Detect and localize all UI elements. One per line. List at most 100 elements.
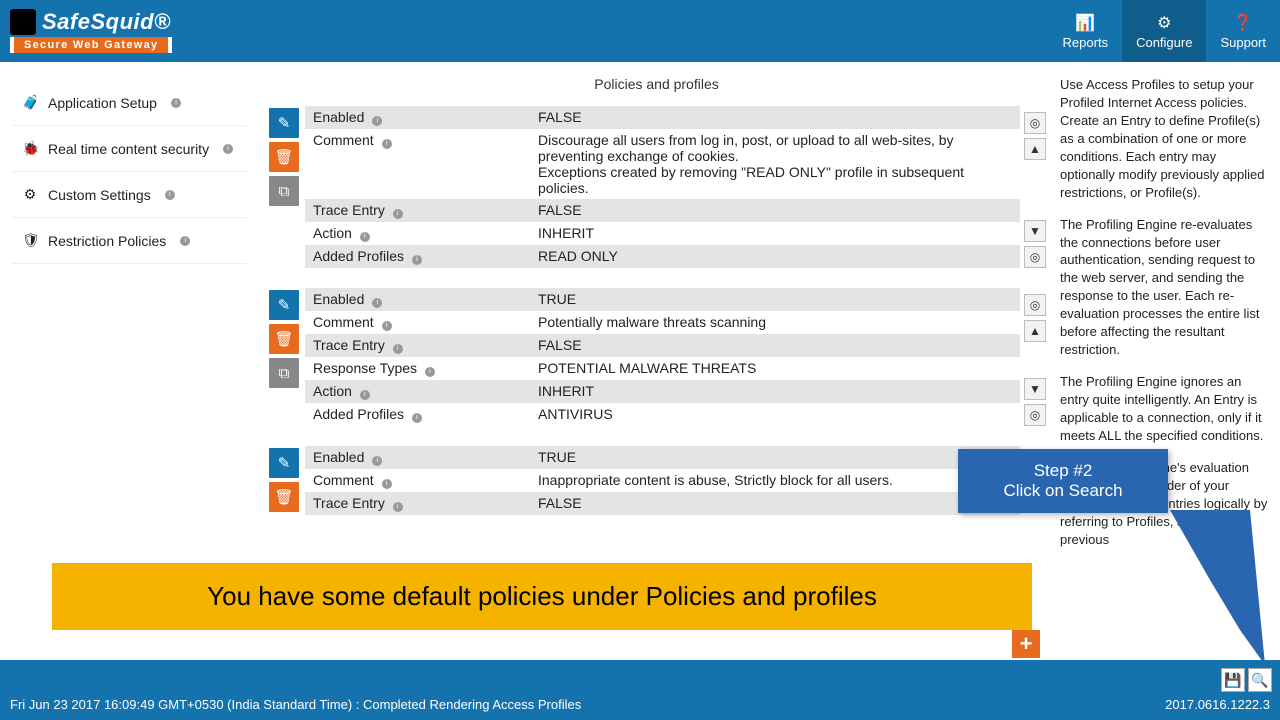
help-paragraph: The Profiling Engine ignores an entry qu… <box>1060 373 1270 445</box>
policy-entry: ✎ 🗑 ⧉ Enabled i TRUE Comment i Potentially… <box>263 288 1050 426</box>
entry-nav: ◎ ▲ ▼ ◎ <box>1020 288 1050 426</box>
info-icon: i <box>412 255 422 265</box>
field-value: READ ONLY <box>530 245 1020 268</box>
field-value: INHERIT <box>530 222 1020 245</box>
nav-label: Configure <box>1136 35 1192 50</box>
field-value: Potentially malware threats scanning <box>530 311 1020 334</box>
move-up-button[interactable]: ▲ <box>1024 320 1046 342</box>
field-value: FALSE <box>530 334 1020 357</box>
target-button[interactable]: ◎ <box>1024 404 1046 426</box>
brand-block: SafeSquid® Secure Web Gateway <box>10 9 172 53</box>
copy-button[interactable]: ⧉ <box>269 358 299 388</box>
shield-icon: 🛡 <box>22 232 38 249</box>
info-icon: i <box>180 236 190 246</box>
top-nav: 📊 Reports ⚙ Configure ❓ Support <box>1049 0 1280 62</box>
move-down-button[interactable]: ▼ <box>1024 220 1046 242</box>
field-label: Comment <box>313 314 374 330</box>
copy-button[interactable]: ⧉ <box>269 176 299 206</box>
field-label: Enabled <box>313 291 364 307</box>
entry-actions: ✎ 🗑 <box>263 446 305 515</box>
edit-button[interactable]: ✎ <box>269 448 299 478</box>
field-value: POTENTIAL MALWARE THREATS <box>530 357 1020 380</box>
field-label: Comment <box>313 132 374 148</box>
callout-title: Step #2 <box>968 461 1158 481</box>
info-icon: i <box>223 144 233 154</box>
field-value: INHERIT <box>530 380 1020 403</box>
entry-grid: Enabled iFALSE Comment iDiscourage all u… <box>305 106 1020 268</box>
brand-name: SafeSquid® <box>42 9 171 35</box>
brand-icon <box>10 9 36 35</box>
sidebar-item-custom-settings[interactable]: ⚙ Custom Settings i <box>12 172 247 218</box>
info-icon: i <box>393 209 403 219</box>
info-icon: i <box>171 98 181 108</box>
delete-button[interactable]: 🗑 <box>269 482 299 512</box>
version-text: 2017.0616.1222.3 <box>1165 697 1270 712</box>
callout-text: Click on Search <box>968 481 1158 501</box>
target-button[interactable]: ◎ <box>1024 294 1046 316</box>
step-callout: Step #2 Click on Search <box>958 449 1168 513</box>
field-value: ANTIVIRUS <box>530 403 1020 426</box>
field-label: Trace Entry <box>313 495 385 511</box>
nav-configure[interactable]: ⚙ Configure <box>1122 0 1206 62</box>
info-icon: i <box>425 367 435 377</box>
info-icon: i <box>393 344 403 354</box>
target-button[interactable]: ◎ <box>1024 246 1046 268</box>
info-icon: i <box>372 456 382 466</box>
info-icon: i <box>360 232 370 242</box>
field-label: Action <box>313 383 352 399</box>
nav-support[interactable]: ❓ Support <box>1206 0 1280 62</box>
move-up-button[interactable]: ▲ <box>1024 138 1046 160</box>
info-icon: i <box>360 390 370 400</box>
sidebar-item-label: Real time content security <box>48 141 209 157</box>
search-button[interactable]: 🔍 <box>1248 668 1272 692</box>
nav-reports[interactable]: 📊 Reports <box>1049 0 1123 62</box>
delete-button[interactable]: 🗑 <box>269 142 299 172</box>
entry-nav: ◎ ▲ ▼ ◎ <box>1020 106 1050 268</box>
sidebar-item-realtime-security[interactable]: 🐞 Real time content security i <box>12 126 247 172</box>
move-down-button[interactable]: ▼ <box>1024 378 1046 400</box>
add-entry-button[interactable]: + <box>1012 630 1040 658</box>
entry-actions: ✎ 🗑 ⧉ <box>263 288 305 426</box>
info-icon: i <box>372 116 382 126</box>
help-paragraph: Use Access Profiles to setup your Profil… <box>1060 76 1270 202</box>
sidebar-item-restriction-policies[interactable]: 🛡 Restriction Policies i <box>12 218 247 264</box>
field-label: Comment <box>313 472 374 488</box>
sliders-icon: ⚙ <box>22 186 38 203</box>
save-button[interactable]: 💾 <box>1221 668 1245 692</box>
field-value: TRUE <box>530 446 1020 469</box>
info-icon: i <box>382 139 392 149</box>
footer-actions: 💾 🔍 <box>1221 668 1272 692</box>
field-value: Discourage all users from log in, post, … <box>530 129 1020 199</box>
bug-icon: 🐞 <box>22 140 38 157</box>
entry-actions: ✎ 🗑 ⧉ <box>263 106 305 268</box>
sidebar-item-label: Custom Settings <box>48 187 151 203</box>
field-label: Trace Entry <box>313 202 385 218</box>
field-value: FALSE <box>530 106 1020 129</box>
policy-entry: ✎ 🗑 ⧉ Enabled iFALSE Comment iDiscourage… <box>263 106 1050 268</box>
info-icon: i <box>382 479 392 489</box>
app-header: SafeSquid® Secure Web Gateway 📊 Reports … <box>0 0 1280 62</box>
target-button[interactable]: ◎ <box>1024 112 1046 134</box>
info-icon: i <box>382 321 392 331</box>
field-value: TRUE <box>530 288 1020 311</box>
sidebar-item-application-setup[interactable]: 🧳 Application Setup i <box>12 80 247 126</box>
delete-button[interactable]: 🗑 <box>269 324 299 354</box>
policy-entry: ✎ 🗑 Enabled iTRUE Comment iInappropriate… <box>263 446 1050 515</box>
edit-button[interactable]: ✎ <box>269 290 299 320</box>
page-title: Policies and profiles <box>263 68 1050 106</box>
briefcase-icon: 🧳 <box>22 94 38 111</box>
field-label: Response Types <box>313 360 417 376</box>
info-icon: i <box>372 298 382 308</box>
notice-banner: You have some default policies under Pol… <box>52 563 1032 630</box>
entry-grid: Enabled iTRUE Comment iInappropriate con… <box>305 446 1020 515</box>
info-icon: i <box>393 502 403 512</box>
info-icon: i <box>165 190 175 200</box>
field-label: Action <box>313 225 352 241</box>
field-value: FALSE <box>530 199 1020 222</box>
gear-icon: ⚙ <box>1157 13 1171 33</box>
brand-tagline: Secure Web Gateway <box>10 37 172 53</box>
edit-button[interactable]: ✎ <box>269 108 299 138</box>
sidebar-item-label: Application Setup <box>48 95 157 111</box>
status-text: Fri Jun 23 2017 16:09:49 GMT+0530 (India… <box>10 697 581 712</box>
field-value: Inappropriate content is abuse, Strictly… <box>530 469 1020 492</box>
